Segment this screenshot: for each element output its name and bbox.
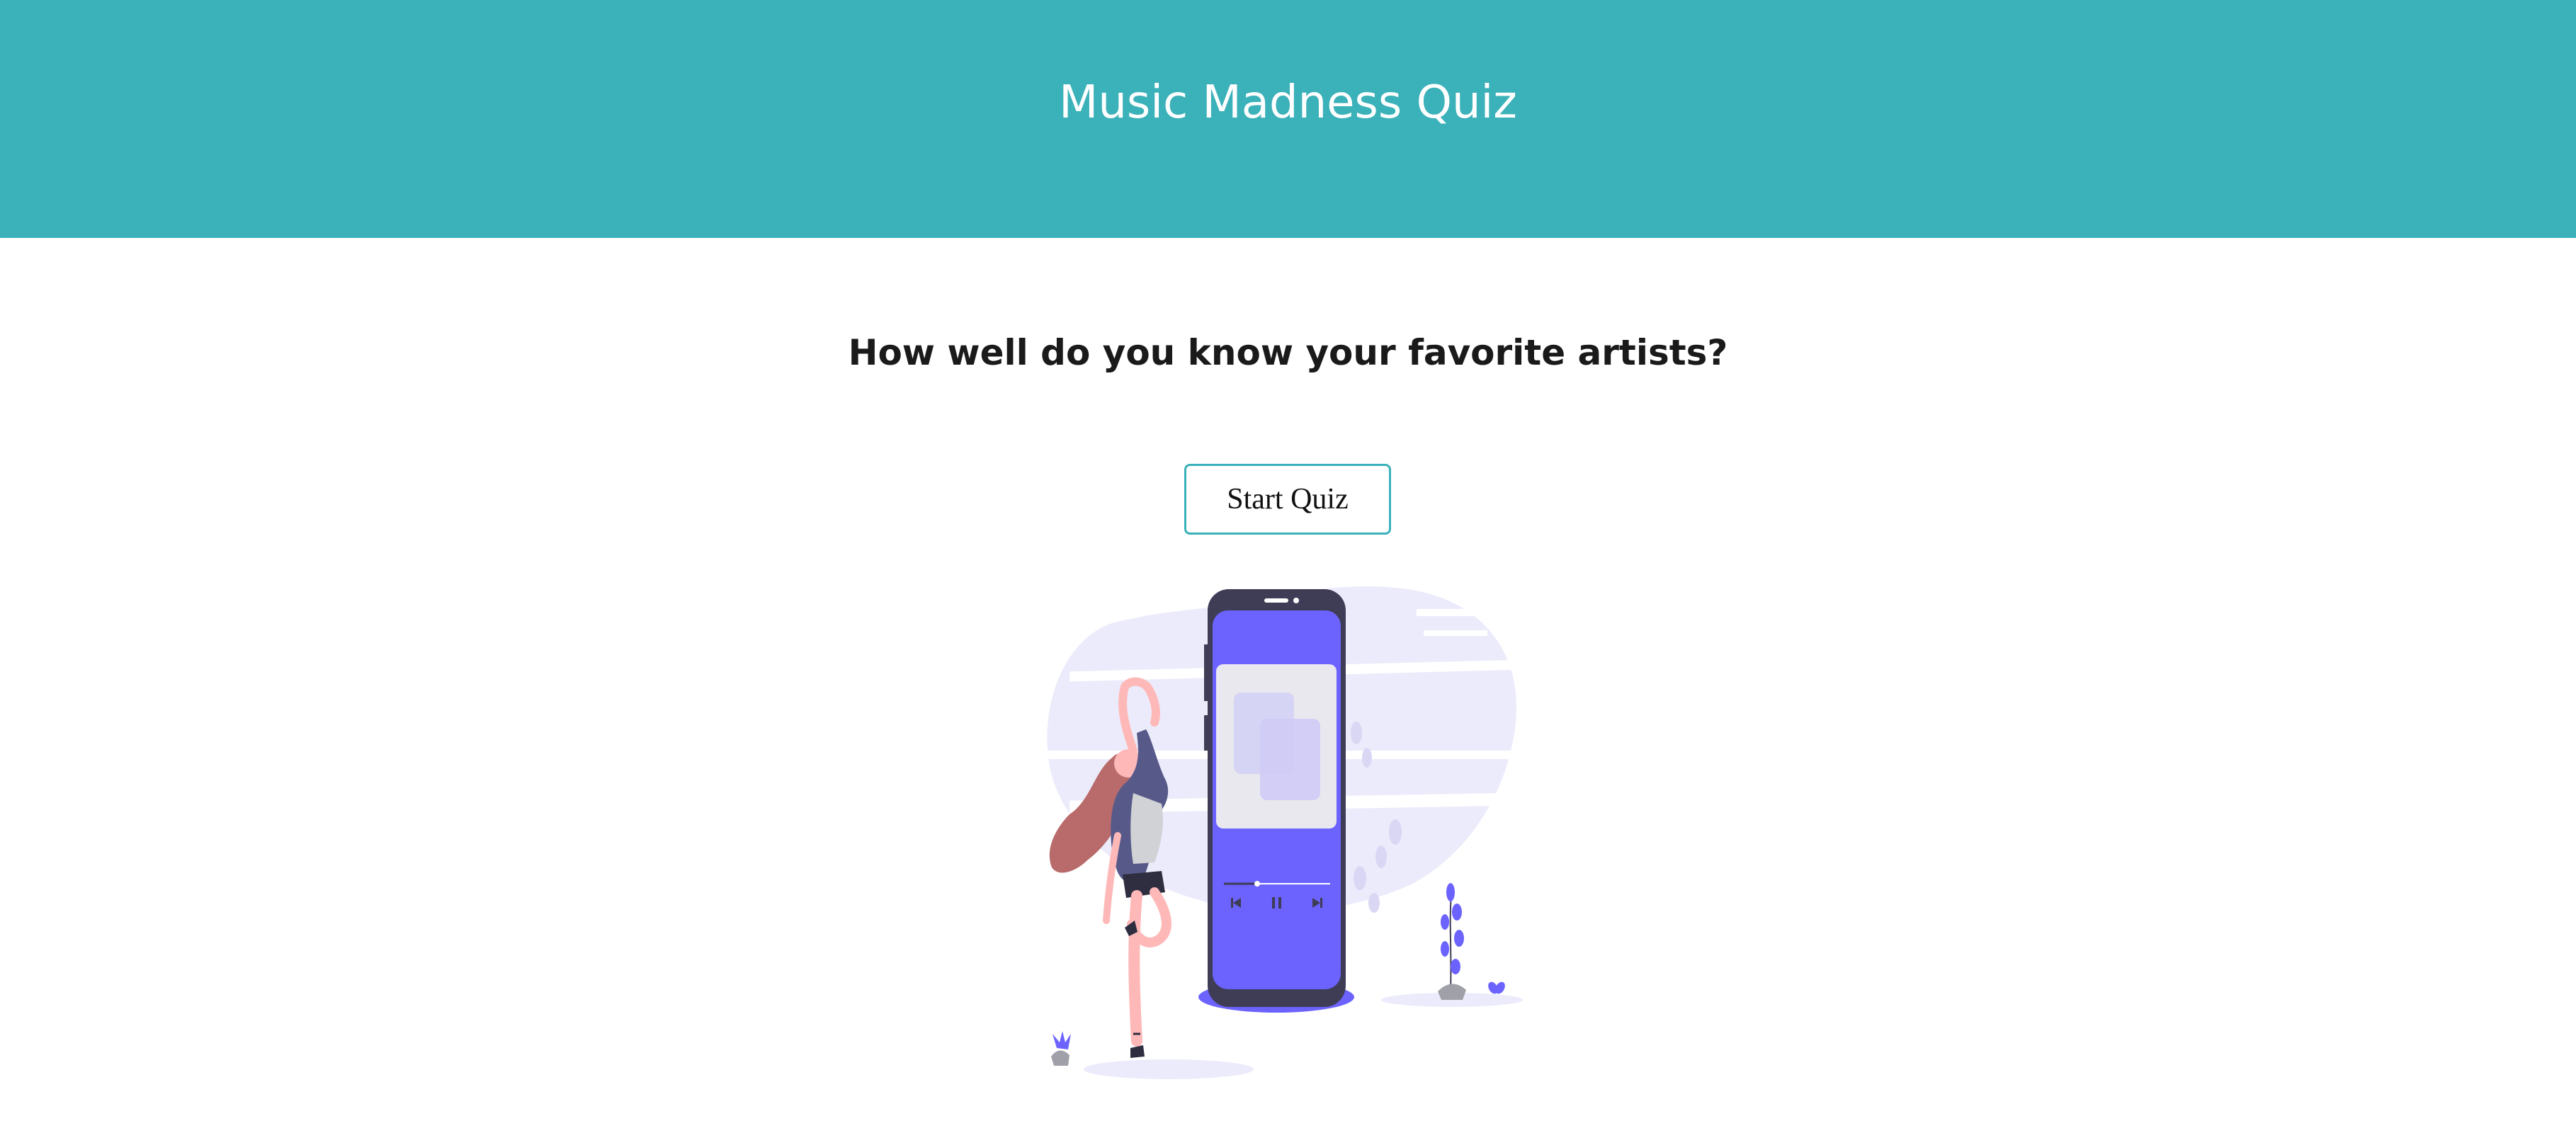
streak-5 bbox=[1424, 630, 1487, 636]
streak-4 bbox=[1417, 609, 1502, 616]
left-sprout bbox=[1051, 1031, 1071, 1066]
right-plant bbox=[1438, 883, 1466, 1000]
phone-speaker bbox=[1264, 598, 1288, 603]
app-header: Music Madness Quiz bbox=[0, 0, 2576, 238]
phone-side-button-2 bbox=[1204, 715, 1208, 751]
small-sprout-right bbox=[1488, 981, 1505, 994]
album-art-2 bbox=[1260, 719, 1320, 800]
progress-knob bbox=[1254, 881, 1260, 887]
ground-shadow-left bbox=[1084, 1059, 1254, 1079]
phone-side-button-1 bbox=[1204, 644, 1208, 701]
music-player-illustration bbox=[1041, 586, 1538, 1079]
start-quiz-button[interactable]: Start Quiz bbox=[1184, 464, 1391, 535]
quiz-subtitle: How well do you know your favorite artis… bbox=[848, 332, 1728, 373]
phone-camera bbox=[1293, 598, 1299, 603]
page-title: Music Madness Quiz bbox=[1059, 76, 1517, 129]
